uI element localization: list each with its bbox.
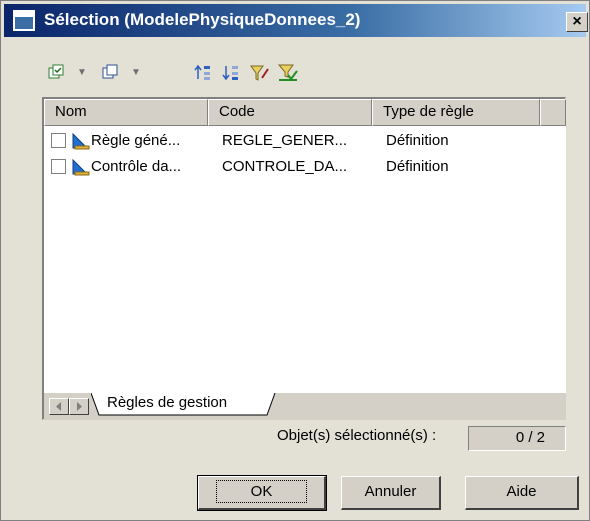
business-rule-icon xyxy=(71,130,91,154)
row-name: Contrôle da... xyxy=(91,158,182,175)
deselect-all-dropdown-icon[interactable]: ▼ xyxy=(131,63,141,83)
tab-business-rules[interactable]: Règles de gestion xyxy=(91,393,281,419)
row-code: CONTROLE_DA... xyxy=(222,158,348,175)
row-checkbox[interactable] xyxy=(51,159,66,174)
table-row[interactable]: Règle géné... REGLE_GENER... Définition xyxy=(44,129,564,153)
row-code: REGLE_GENER... xyxy=(222,132,348,149)
clear-filter-icon[interactable] xyxy=(277,63,299,83)
selected-count-label: Objet(s) sélectionné(s) : xyxy=(277,427,437,444)
select-all-dropdown-icon[interactable]: ▼ xyxy=(77,63,87,83)
column-header-spacer xyxy=(540,99,566,126)
column-header-code[interactable]: Code xyxy=(208,99,372,126)
help-button[interactable]: Aide xyxy=(465,476,579,510)
selected-count-value: 0 / 2 xyxy=(468,426,566,451)
deselect-all-icon[interactable] xyxy=(101,63,121,83)
object-list[interactable]: Nom Code Type de règle Règle géné... REG… xyxy=(42,97,566,420)
row-type: Définition xyxy=(386,132,449,149)
ok-button[interactable]: OK xyxy=(197,475,327,511)
window-icon xyxy=(13,10,35,31)
filter-icon[interactable] xyxy=(249,63,271,83)
cancel-button[interactable]: Annuler xyxy=(341,476,441,510)
move-to-top-icon[interactable] xyxy=(193,63,213,83)
table-row[interactable]: Contrôle da... CONTROLE_DA... Définition xyxy=(44,155,564,179)
scroll-right-button[interactable] xyxy=(69,398,89,415)
column-header-name[interactable]: Nom xyxy=(44,99,208,126)
window-title: Sélection (ModelePhysiqueDonnees_2) xyxy=(44,10,361,29)
ok-button-label: OK xyxy=(215,480,308,503)
title-bar[interactable]: Sélection (ModelePhysiqueDonnees_2) × xyxy=(4,4,588,37)
list-header: Nom Code Type de règle xyxy=(44,99,566,126)
selection-dialog: Sélection (ModelePhysiqueDonnees_2) × ▼ … xyxy=(0,0,590,521)
business-rule-icon xyxy=(71,156,91,180)
tab-label: Règles de gestion xyxy=(107,394,228,411)
row-type: Définition xyxy=(386,158,449,175)
column-header-rule-type[interactable]: Type de règle xyxy=(372,99,540,126)
row-name: Règle géné... xyxy=(91,132,181,149)
move-to-bottom-icon[interactable] xyxy=(221,63,241,83)
row-checkbox[interactable] xyxy=(51,133,66,148)
select-all-icon[interactable] xyxy=(47,63,67,83)
close-button[interactable]: × xyxy=(566,12,588,32)
scroll-left-button[interactable] xyxy=(49,398,69,415)
tab-bar: Règles de gestion xyxy=(44,393,566,420)
